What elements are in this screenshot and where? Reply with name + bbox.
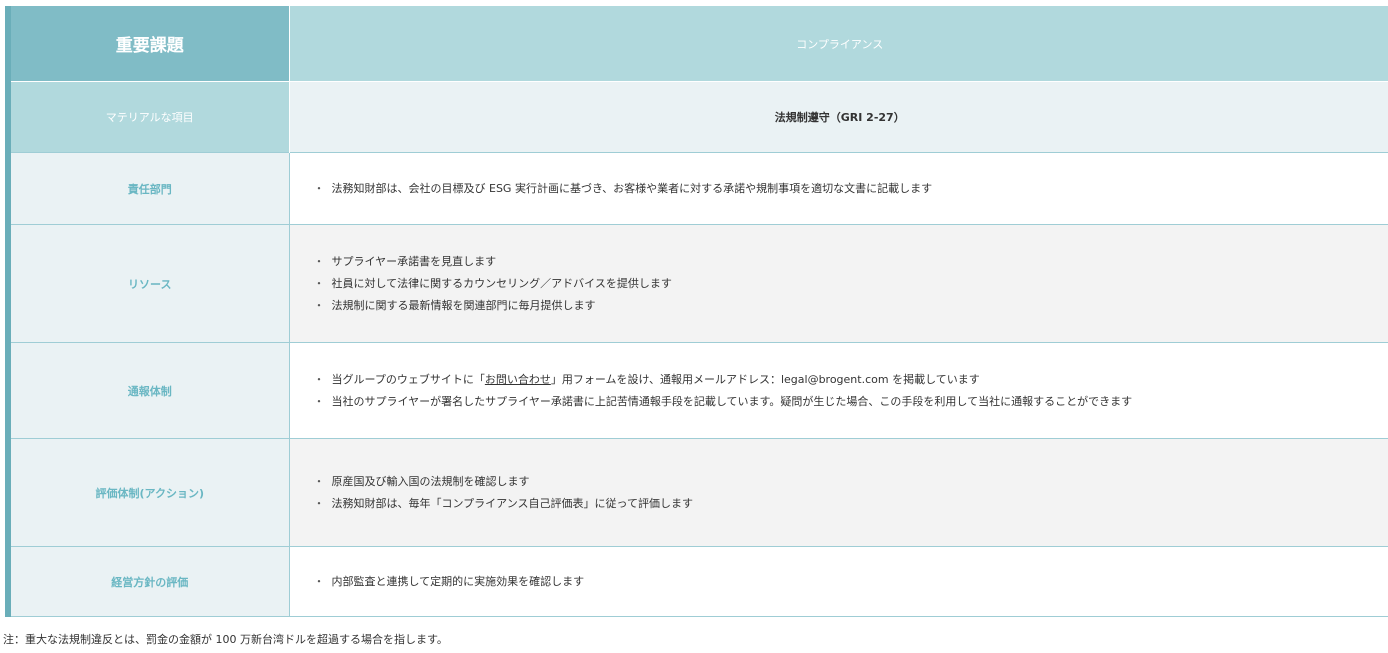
contact-link[interactable]: お問い合わせ	[485, 373, 551, 386]
list-item: サプライヤー承諾書を見直します	[314, 251, 1388, 273]
list-item: 当社のサプライヤーが署名したサプライヤー承諾書に上記苦情通報手段を記載しています…	[314, 391, 1388, 413]
table-row: 通報体制 当グループのウェブサイトに「お問い合わせ」用フォームを設け、通報用メー…	[5, 342, 1388, 439]
list-item: 内部監査と連携して定期的に実施効果を確認します	[314, 571, 1388, 593]
row-label-responsible-dept: 責任部門	[5, 152, 290, 225]
page: 重要課題 コンプライアンス マテリアルな項目 法規制遵守（GRI 2-27） 責…	[0, 0, 1388, 653]
table-row: 評価体制(アクション) 原産国及び輸入国の法規制を確認します 法務知財部は、毎年…	[5, 438, 1388, 547]
list-item: 法務知財部は、毎年「コンプライアンス自己評価表」に従って評価します	[314, 493, 1388, 515]
row-value-management-review: 内部監査と連携して定期的に実施効果を確認します	[289, 546, 1388, 617]
material-label: マテリアルな項目	[5, 81, 289, 153]
compliance-table: 重要課題 コンプライアンス マテリアルな項目 法規制遵守（GRI 2-27） 責…	[5, 6, 1388, 617]
row-label-evaluation: 評価体制(アクション)	[5, 438, 290, 547]
text-before-link: 当グループのウェブサイトに「	[331, 372, 485, 386]
table-row: リソース サプライヤー承諾書を見直します 社員に対して法律に関するカウンセリング…	[5, 224, 1388, 343]
footnote: 注：重大な法規制違反とは、罰金の金額が 100 万新台湾ドルを超過する場合を指し…	[3, 633, 448, 646]
list-item: 法規制に関する最新情報を関連部門に毎月提供します	[314, 295, 1388, 317]
table-row: 責任部門 法務知財部は、会社の目標及び ESG 実行計画に基づき、お客様や業者に…	[5, 152, 1388, 225]
list-item: 社員に対して法律に関するカウンセリング／アドバイスを提供します	[314, 273, 1388, 295]
header-row: 重要課題 コンプライアンス	[5, 6, 1388, 82]
material-value: 法規制遵守（GRI 2-27）	[288, 81, 1388, 153]
table-row: 経営方針の評価 内部監査と連携して定期的に実施効果を確認します	[5, 546, 1388, 617]
list-item: 当グループのウェブサイトに「お問い合わせ」用フォームを設け、通報用メールアドレス…	[314, 369, 1388, 391]
row-label-management-review: 経営方針の評価	[5, 546, 290, 617]
row-label-resources: リソース	[5, 224, 290, 343]
row-value-reporting: 当グループのウェブサイトに「お問い合わせ」用フォームを設け、通報用メールアドレス…	[289, 342, 1388, 439]
list-item: 法務知財部は、会社の目標及び ESG 実行計画に基づき、お客様や業者に対する承諾…	[314, 178, 1388, 200]
issue-value: コンプライアンス	[288, 6, 1388, 82]
material-row: マテリアルな項目 法規制遵守（GRI 2-27）	[5, 81, 1388, 153]
list-item: 原産国及び輸入国の法規制を確認します	[314, 471, 1388, 493]
issue-heading: 重要課題	[5, 6, 289, 82]
text-after-link: 」用フォームを設け、通報用メールアドレス：legal@brogent.com を…	[550, 372, 980, 386]
row-label-reporting: 通報体制	[5, 342, 290, 439]
row-value-responsible-dept: 法務知財部は、会社の目標及び ESG 実行計画に基づき、お客様や業者に対する承諾…	[289, 152, 1388, 225]
row-value-resources: サプライヤー承諾書を見直します 社員に対して法律に関するカウンセリング／アドバイ…	[289, 224, 1388, 343]
row-value-evaluation: 原産国及び輸入国の法規制を確認します 法務知財部は、毎年「コンプライアンス自己評…	[289, 438, 1388, 547]
